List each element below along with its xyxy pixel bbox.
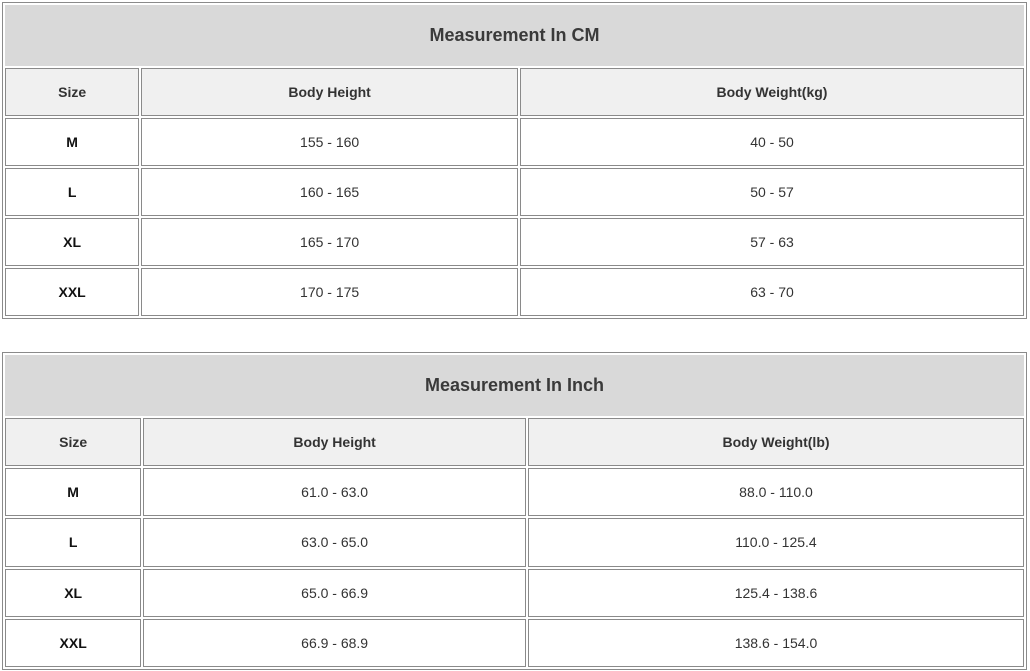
table-row: XXL 66.9 - 68.9 138.6 - 154.0 xyxy=(5,618,1024,667)
body-weight-cell: 110.0 - 125.4 xyxy=(528,518,1024,567)
table-row: L 160 - 165 50 - 57 xyxy=(5,167,1024,216)
size-cell: M xyxy=(5,468,142,517)
table-row: M 61.0 - 63.0 88.0 - 110.0 xyxy=(5,468,1024,517)
table-title-row: Measurement In Inch xyxy=(5,355,1024,416)
table-row: M 155 - 160 40 - 50 xyxy=(5,117,1024,166)
size-table-cm: Measurement In CM Size Body Height Body … xyxy=(2,2,1027,319)
body-height-cell: 155 - 160 xyxy=(141,117,518,166)
body-weight-cell: 40 - 50 xyxy=(519,117,1024,166)
column-header-body-height: Body Height xyxy=(143,417,526,467)
body-weight-cell: 50 - 57 xyxy=(519,167,1024,216)
size-cell: L xyxy=(5,518,142,567)
body-weight-cell: 88.0 - 110.0 xyxy=(528,468,1024,517)
size-cell: XL xyxy=(5,568,142,617)
column-header-size: Size xyxy=(5,417,142,467)
size-cell: L xyxy=(5,167,140,216)
column-header-body-weight: Body Weight(lb) xyxy=(528,417,1024,467)
table-title: Measurement In CM xyxy=(5,5,1024,66)
body-weight-cell: 138.6 - 154.0 xyxy=(528,618,1024,667)
column-header-body-height: Body Height xyxy=(141,67,518,116)
body-height-cell: 61.0 - 63.0 xyxy=(143,468,526,517)
table-row: XL 165 - 170 57 - 63 xyxy=(5,217,1024,266)
table-row: XXL 170 - 175 63 - 70 xyxy=(5,267,1024,316)
table-title-row: Measurement In CM xyxy=(5,5,1024,66)
size-cell: XL xyxy=(5,217,140,266)
size-cell: XXL xyxy=(5,267,140,316)
table-row: XL 65.0 - 66.9 125.4 - 138.6 xyxy=(5,568,1024,617)
column-header-body-weight: Body Weight(kg) xyxy=(519,67,1024,116)
size-cell: XXL xyxy=(5,618,142,667)
body-weight-cell: 57 - 63 xyxy=(519,217,1024,266)
size-cell: M xyxy=(5,117,140,166)
body-weight-cell: 63 - 70 xyxy=(519,267,1024,316)
body-height-cell: 160 - 165 xyxy=(141,167,518,216)
body-weight-cell: 125.4 - 138.6 xyxy=(528,568,1024,617)
body-height-cell: 165 - 170 xyxy=(141,217,518,266)
table-title: Measurement In Inch xyxy=(5,355,1024,416)
size-table-inch: Measurement In Inch Size Body Height Bod… xyxy=(2,352,1027,670)
column-header-size: Size xyxy=(5,67,140,116)
table-header-row: Size Body Height Body Weight(lb) xyxy=(5,417,1024,467)
body-height-cell: 66.9 - 68.9 xyxy=(143,618,526,667)
body-height-cell: 170 - 175 xyxy=(141,267,518,316)
table-row: L 63.0 - 65.0 110.0 - 125.4 xyxy=(5,518,1024,567)
table-header-row: Size Body Height Body Weight(kg) xyxy=(5,67,1024,116)
body-height-cell: 63.0 - 65.0 xyxy=(143,518,526,567)
body-height-cell: 65.0 - 66.9 xyxy=(143,568,526,617)
